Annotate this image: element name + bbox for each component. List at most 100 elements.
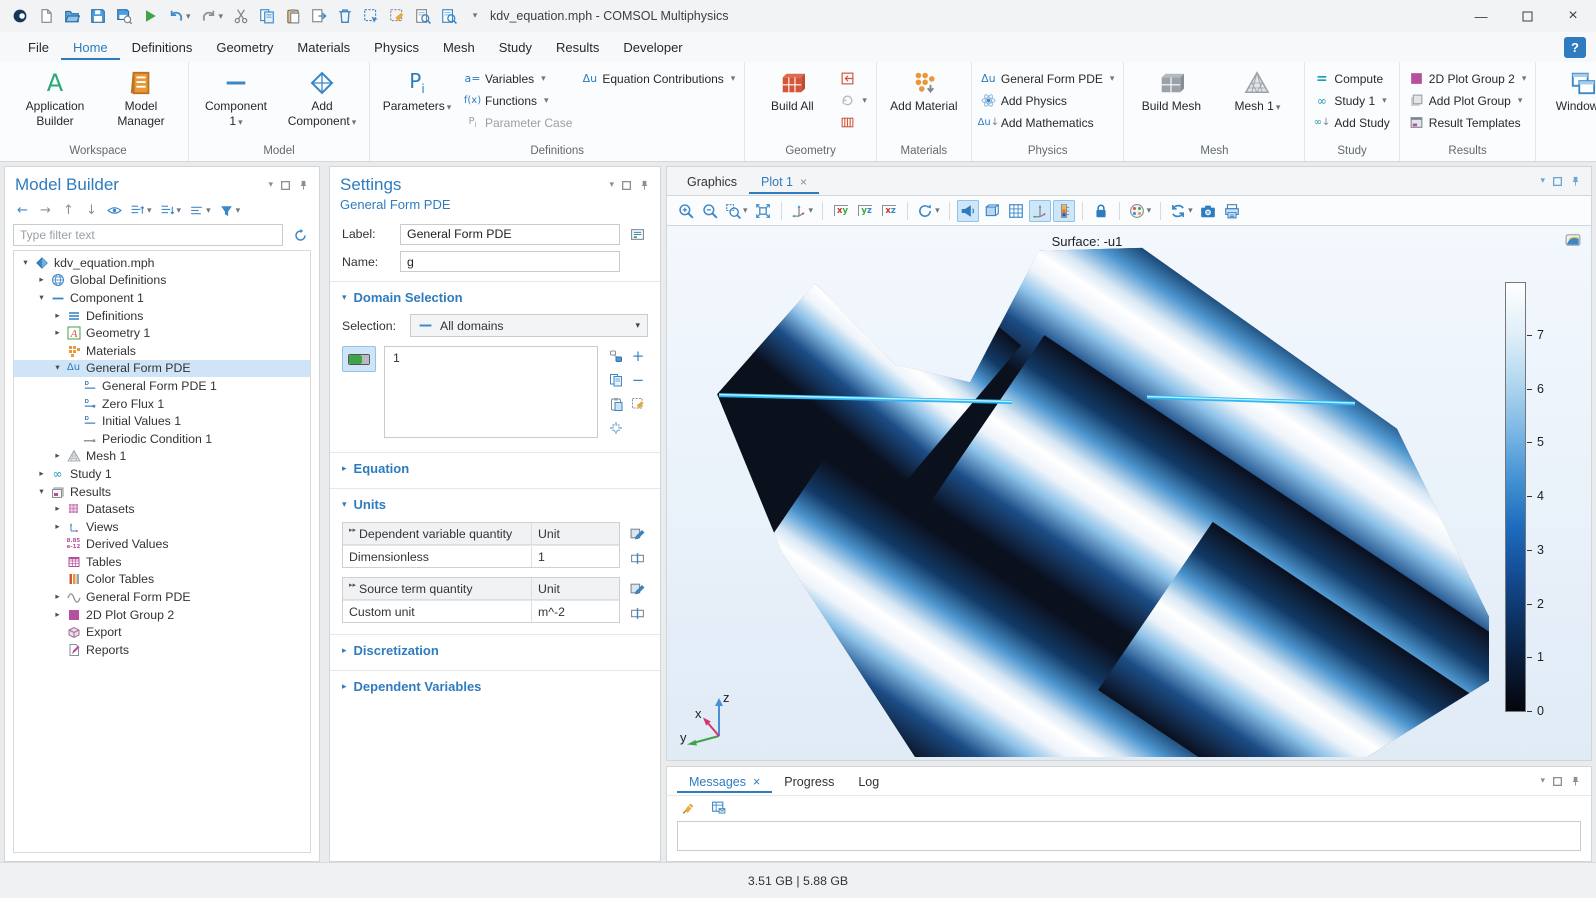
create-selection-button[interactable] xyxy=(606,346,626,366)
tab-log[interactable]: Log xyxy=(846,769,891,793)
color-palette-button[interactable]: ▾ xyxy=(1127,200,1154,222)
chevron-closed-icon[interactable]: ▸ xyxy=(50,328,65,338)
qat-paste-button[interactable] xyxy=(283,6,303,26)
panel-float-icon[interactable] xyxy=(280,180,291,191)
section-discretization[interactable]: ▸ Discretization xyxy=(330,634,660,664)
paste-selection-button[interactable] xyxy=(606,394,626,414)
tree-item-zero-flux-1[interactable]: DZero Flux 1 xyxy=(14,395,310,413)
collapse-all-button[interactable]: ▾ xyxy=(160,203,182,218)
tree-item-tables[interactable]: Tables xyxy=(14,553,310,571)
print-button[interactable] xyxy=(1221,200,1243,222)
tree-item-definitions[interactable]: ▸Definitions xyxy=(14,307,310,325)
selection-list-item[interactable]: 1 xyxy=(393,351,400,365)
qat-zoom-find-button[interactable] xyxy=(439,6,459,26)
view-yz-button[interactable]: yz xyxy=(854,200,876,222)
view-xz-button[interactable]: xz xyxy=(878,200,900,222)
clear-messages-button[interactable] xyxy=(677,797,699,819)
environment-button[interactable] xyxy=(981,200,1003,222)
qat-duplicate-button[interactable] xyxy=(309,6,329,26)
ribbon-study-1-button[interactable]: ∞Study 1▾ xyxy=(1314,92,1389,109)
chevron-open-icon[interactable]: ▾ xyxy=(34,293,49,303)
ribbon-application-builder-button[interactable]: AApplication Builder xyxy=(17,67,93,129)
menu-results[interactable]: Results xyxy=(544,34,611,60)
label-field[interactable] xyxy=(400,224,620,245)
menu-developer[interactable]: Developer xyxy=(611,34,694,60)
qat-undo-button[interactable]: ▾ xyxy=(166,6,193,26)
menu-mesh[interactable]: Mesh xyxy=(431,34,487,60)
tree-item-datasets[interactable]: ▸Datasets xyxy=(14,500,310,518)
plot-area[interactable]: Surface: -u1 xyxy=(666,226,1592,761)
tree-item-views[interactable]: ▸Views xyxy=(14,518,310,536)
qat-run-button[interactable] xyxy=(140,6,160,26)
rotate-button[interactable]: ▾ xyxy=(915,200,942,222)
qat-customize-toolbar-button[interactable]: ▾ xyxy=(465,6,485,26)
panel-pin-icon[interactable] xyxy=(1570,776,1581,787)
selection-dropdown[interactable]: All domains ▾ xyxy=(410,314,648,337)
update-button[interactable]: ▾ xyxy=(1168,200,1195,222)
maximize-button[interactable] xyxy=(1504,0,1550,32)
tree-item-color-tables[interactable]: Color Tables xyxy=(14,571,310,589)
ribbon-add-physics-button[interactable]: Add Physics xyxy=(981,92,1115,109)
scene-light-button[interactable] xyxy=(957,200,979,222)
qat-redo-button[interactable]: ▾ xyxy=(199,6,226,26)
ribbon-parameter-case-button[interactable]: PiParameter Case xyxy=(465,114,572,131)
chevron-closed-icon[interactable]: ▸ xyxy=(50,592,65,602)
qat-find-button[interactable] xyxy=(413,6,433,26)
tab-messages[interactable]: Messages× xyxy=(677,769,772,793)
table-row[interactable]: Dimensionless 1 xyxy=(343,545,619,567)
ribbon-windows-button[interactable]: Windows▾ xyxy=(1545,67,1596,114)
show-axes-button[interactable] xyxy=(1029,200,1051,222)
splitter[interactable] xyxy=(320,162,325,862)
tree-item-general-form-pde[interactable]: ▸General Form PDE xyxy=(14,588,310,606)
chevron-closed-icon[interactable]: ▸ xyxy=(50,522,65,532)
ribbon-add-mathematics-button[interactable]: Δu↓Add Mathematics xyxy=(981,114,1115,131)
chevron-closed-icon[interactable]: ▸ xyxy=(50,311,65,321)
view-xy-button[interactable]: xy xyxy=(830,200,852,222)
tree-item-study-1[interactable]: ▸∞Study 1 xyxy=(14,465,310,483)
ribbon-add-material-button[interactable]: Add Material xyxy=(886,67,962,114)
tree-item-initial-values-1[interactable]: DInitial Values 1 xyxy=(14,412,310,430)
change-unit-button[interactable] xyxy=(626,602,648,624)
chevron-open-icon[interactable]: ▾ xyxy=(50,363,65,373)
chevron-open-icon[interactable]: ▾ xyxy=(18,258,33,268)
chevron-closed-icon[interactable]: ▸ xyxy=(34,275,49,285)
ribbon-variables-button[interactable]: a=Variables▾ xyxy=(465,70,572,87)
qat-new-file-button[interactable] xyxy=(36,6,56,26)
section-units[interactable]: ▾ Units xyxy=(330,488,660,518)
selection-list[interactable]: 1 xyxy=(384,346,598,438)
tab-plot-1[interactable]: Plot 1× xyxy=(749,169,819,194)
close-icon[interactable]: × xyxy=(753,775,760,789)
menu-file[interactable]: File xyxy=(16,34,61,60)
go-to-view-button[interactable]: ▾ xyxy=(789,200,816,222)
tab-graphics[interactable]: Graphics xyxy=(675,169,749,194)
tree-item-export[interactable]: Export xyxy=(14,623,310,641)
move-down-button[interactable]: ↓ xyxy=(84,203,99,218)
edit-quantity-button[interactable] xyxy=(626,577,648,599)
ribbon-rebuild-button[interactable]: ▾ xyxy=(840,92,867,109)
nav-back-button[interactable]: ← xyxy=(15,203,30,218)
panel-float-icon[interactable] xyxy=(1552,176,1563,187)
close-button[interactable]: × xyxy=(1550,0,1596,32)
ribbon-model-manager-button[interactable]: Model Manager xyxy=(103,67,179,129)
qat-clear-selection-button[interactable] xyxy=(387,6,407,26)
plot-thumbnail-icon[interactable] xyxy=(1563,232,1583,248)
nav-forward-button[interactable]: → xyxy=(38,203,53,218)
edit-quantity-button[interactable] xyxy=(626,522,648,544)
qat-copy-button[interactable] xyxy=(257,6,277,26)
tree-item-kdv-equation-mph[interactable]: ▾kdv_equation.mph xyxy=(14,254,310,272)
ribbon-import-geometry-button[interactable] xyxy=(840,70,867,87)
lock-button[interactable] xyxy=(1090,200,1112,222)
minimize-button[interactable]: — xyxy=(1458,0,1504,32)
zoom-selection-button[interactable] xyxy=(606,418,626,438)
panel-menu-icon[interactable]: ▾ xyxy=(609,181,614,190)
zoom-box-button[interactable]: ▾ xyxy=(723,200,750,222)
ribbon-add-component-button[interactable]: Add Component▾ xyxy=(284,67,360,129)
panel-menu-icon[interactable]: ▾ xyxy=(268,181,273,190)
qat-save-button[interactable] xyxy=(88,6,108,26)
qat-select-box-button[interactable] xyxy=(361,6,381,26)
ribbon-build-mesh-button[interactable]: Build Mesh xyxy=(1133,67,1209,114)
tree-item-general-form-pde[interactable]: ▾ΔuGeneral Form PDE xyxy=(14,360,310,378)
copy-selection-button[interactable] xyxy=(606,370,626,390)
panel-pin-icon[interactable] xyxy=(1570,176,1581,187)
ribbon-add-plot-group-button[interactable]: Add Plot Group▾ xyxy=(1409,92,1527,109)
